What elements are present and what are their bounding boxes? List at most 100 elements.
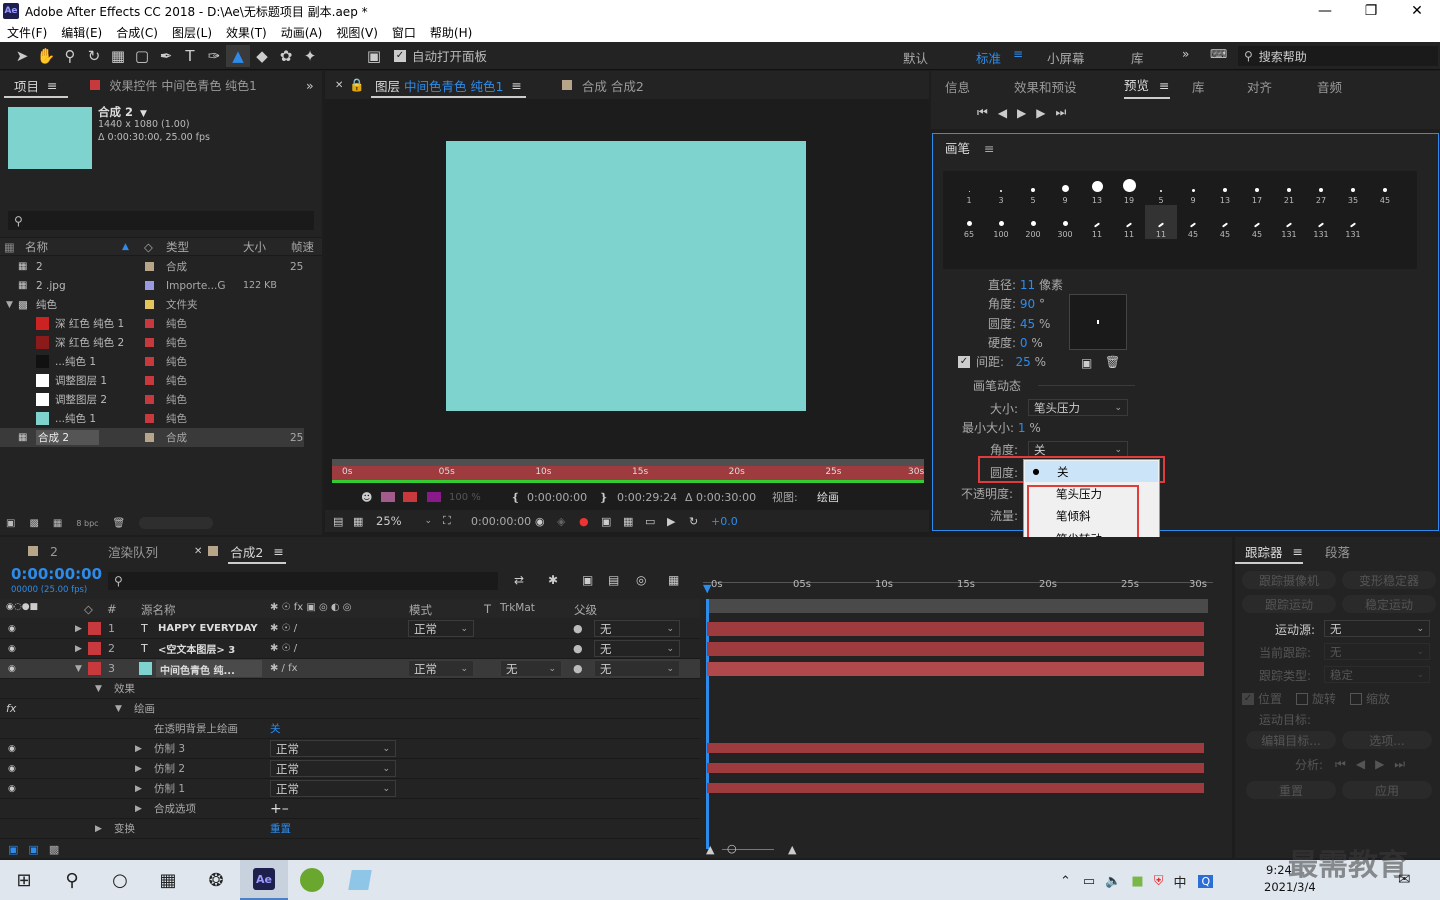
auto-open-checkbox[interactable]: ✓ [394, 49, 406, 62]
eraser-tool-icon[interactable]: ◆ [250, 45, 274, 67]
tab-render-queue[interactable]: 渲染队列 [108, 542, 158, 561]
safe-zones-icon[interactable]: ⛶ [443, 514, 451, 528]
brush-tip[interactable]: 300 [1049, 205, 1081, 239]
rectangle-tool-icon[interactable]: ▢ [130, 45, 154, 67]
delete-icon[interactable]: 🗑 [113, 518, 126, 529]
project-item[interactable]: ▦ 合成 2 合成 25 [0, 428, 304, 447]
layer-1-mode[interactable]: 正常 ⌄ [408, 620, 474, 637]
stabilize-motion-button[interactable]: 稳定运动 [1342, 595, 1436, 613]
track-motion-button[interactable]: 跟踪运动 [1242, 595, 1336, 613]
view-value[interactable]: 绘画 [817, 489, 839, 505]
brush-tip[interactable]: 45 [1177, 205, 1209, 239]
comp-flowchart-icon[interactable]: ⇄ [514, 573, 524, 587]
motion-blur-icon[interactable]: ◎ [636, 573, 646, 587]
layer-name-empty-text[interactable]: <空文本图层> 3 [158, 641, 235, 656]
selection-tool-icon[interactable]: ➤ [10, 45, 34, 67]
roi-icon[interactable]: ▣ [601, 515, 611, 528]
project-item[interactable]: ▼ ▩ 纯色 文件夹 [0, 295, 304, 314]
brush-tip[interactable]: 131 [1337, 205, 1369, 239]
paint-effect-row[interactable]: fx ▼ 绘画 [0, 699, 700, 719]
search-icon[interactable]: ⚲ [48, 860, 96, 900]
type-tool-icon[interactable]: T [178, 45, 202, 67]
layer-row-3[interactable]: ◉ ▼ 3 中间色青色 纯... ✱ / fx 正常 ⌄ 无 ⌄ ● 无 ⌄ [0, 659, 700, 679]
brush-tip[interactable]: 5 [1145, 171, 1177, 205]
clone-1-row[interactable]: ◉ ▶ 仿制 1 正常 ⌄ [0, 779, 700, 799]
in-out-icon[interactable]: ▩ [49, 843, 59, 856]
project-item[interactable]: ▦ 2 .jpg Importe...G 122 KB [0, 276, 304, 295]
clone-3-bar[interactable] [707, 743, 1204, 753]
tab-composition[interactable]: 合成 合成2 [582, 76, 644, 95]
project-item[interactable]: 深 红色 纯色 2 纯色 [0, 333, 304, 352]
tab-project[interactable]: 项目 ≡ [4, 74, 68, 98]
roto-brush-tool-icon[interactable]: ✿ [274, 45, 298, 67]
pen-tool-icon[interactable]: ✒ [154, 45, 178, 67]
layer-switches-icon[interactable]: ▣ [8, 843, 18, 856]
maximize-button[interactable]: ❐ [1348, 0, 1394, 22]
network-icon[interactable]: ▭ [1083, 874, 1095, 889]
ime-indicator[interactable]: 中 [1173, 872, 1186, 891]
layer-3-bar[interactable] [707, 662, 1204, 676]
menu-view[interactable]: 视图(V) [329, 24, 385, 41]
brush-tip[interactable]: 9 [1177, 171, 1209, 205]
snap-icon[interactable]: ▣ [362, 45, 386, 67]
close-button[interactable]: ✕ [1394, 0, 1440, 22]
brush-tip[interactable]: 27 [1305, 171, 1337, 205]
angle-value[interactable]: 90 [1020, 297, 1035, 311]
layer-3-parent[interactable]: 无 ⌄ [594, 660, 680, 677]
tab-effects-presets[interactable]: 效果和预设 [1014, 77, 1077, 96]
brush-tip[interactable]: 131 [1273, 205, 1305, 239]
transform-reset[interactable]: 重置 [270, 821, 291, 836]
layer-2-bar[interactable] [707, 642, 1204, 656]
tab-align[interactable]: 对齐 [1247, 77, 1272, 96]
brush-tip[interactable]: 11 [1081, 205, 1113, 239]
project-item[interactable]: 调整图层 2 纯色 [0, 390, 304, 409]
green-app-icon[interactable] [288, 860, 336, 900]
brush-tip[interactable]: 9 [1049, 171, 1081, 205]
more-tabs-icon[interactable]: » [306, 78, 314, 93]
col-name[interactable]: 名称 [25, 239, 48, 255]
workspace-library[interactable]: 库 [1131, 48, 1144, 67]
layer-1-bar[interactable] [707, 622, 1204, 636]
sync-settings-icon[interactable]: ⌨ [1210, 47, 1227, 61]
tab-effect-controls[interactable]: 效果控件 中间色青色 纯色1 [110, 77, 257, 94]
close-tab-icon[interactable]: ✕ [335, 80, 343, 91]
windows-start-icon[interactable]: ⊞ [0, 860, 48, 900]
tab-comp-2[interactable]: 2 [50, 544, 58, 559]
project-search-input[interactable]: ⚲ [8, 211, 314, 230]
workspace-small-screen[interactable]: 小屏幕 [1047, 48, 1085, 67]
menu-window[interactable]: 窗口 [385, 24, 423, 41]
motion-source-select[interactable]: 无 ⌄ [1324, 620, 1430, 637]
zoom-in-icon[interactable]: ▲ [788, 843, 796, 856]
col-size[interactable]: 大小 [243, 239, 266, 255]
bpc-label[interactable]: 8 bpc [76, 519, 98, 528]
clone-1-bar[interactable] [707, 783, 1204, 793]
col-source-name[interactable]: 源名称 [141, 602, 176, 618]
graph-editor-icon[interactable]: ▦ [668, 573, 679, 587]
brush-tip[interactable]: 45 [1241, 205, 1273, 239]
brush-tip[interactable]: 11 [1145, 205, 1177, 239]
channels-icon[interactable]: ● [579, 515, 589, 528]
menu-composition[interactable]: 合成(C) [109, 24, 165, 41]
help-search-box[interactable]: ⚲ 搜索帮助 [1238, 46, 1438, 66]
tray-expand-icon[interactable]: ⌃ [1060, 874, 1071, 889]
current-time[interactable]: 0:00:00:00 [471, 515, 531, 528]
brush-tip[interactable]: 1 [953, 171, 985, 205]
zoom-tool-icon[interactable]: ⚲ [58, 45, 82, 67]
col-type[interactable]: 类型 [166, 239, 189, 255]
zoom-slider-handle[interactable]: ○ [727, 842, 737, 855]
dropdown-option-off[interactable]: ● 关 [1025, 461, 1158, 482]
new-comp-icon[interactable]: ▦ [53, 518, 62, 529]
region-icon[interactable]: ▦ [353, 515, 363, 528]
timeline-timecode[interactable]: 0:00:00:00 [11, 565, 102, 583]
spacing-checkbox[interactable]: ✓ [958, 355, 970, 368]
brush-tip[interactable]: 200 [1017, 205, 1049, 239]
project-item[interactable]: 调整图层 1 纯色 [0, 371, 304, 390]
track-camera-button[interactable]: 跟踪摄像机 [1242, 571, 1336, 589]
layer-1-parent[interactable]: 无 ⌄ [594, 620, 680, 637]
composite-options-row[interactable]: ▶ 合成选项 +– [0, 799, 700, 819]
new-brush-icon[interactable]: ▣ [1081, 356, 1092, 370]
brush-tip[interactable]: 45 [1209, 205, 1241, 239]
out-time[interactable]: 0:00:29:24 [617, 491, 677, 504]
layer-3-mode[interactable]: 正常 ⌄ [408, 660, 474, 677]
next-frame-icon[interactable]: ▶ [1036, 106, 1045, 120]
